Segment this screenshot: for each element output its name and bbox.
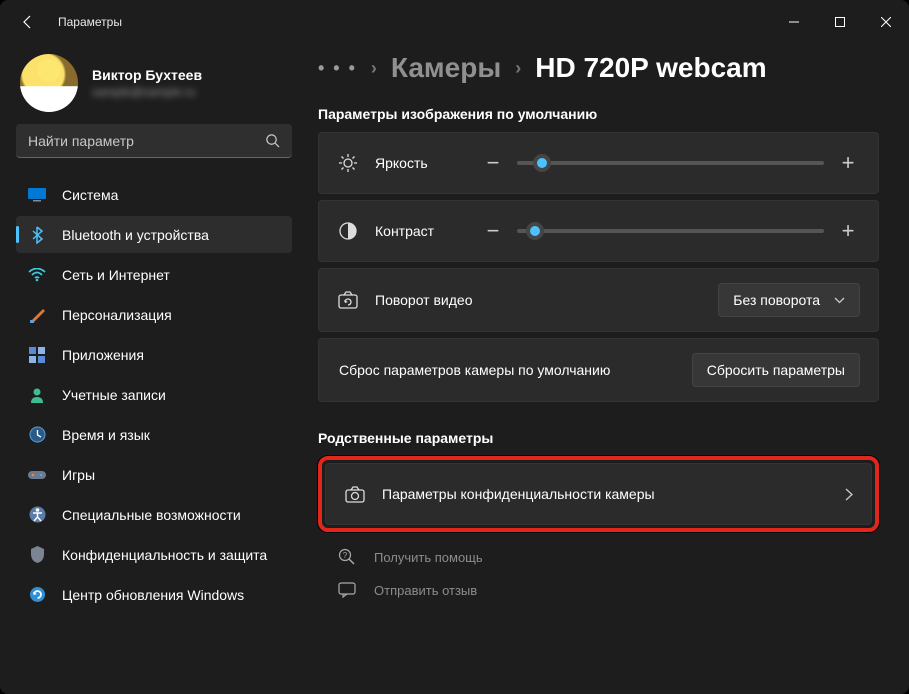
contrast-slider[interactable] (517, 229, 824, 233)
sidebar-item-label: Bluetooth и устройства (62, 227, 209, 243)
feedback-link[interactable]: Отправить отзыв (318, 574, 879, 606)
clock-globe-icon (28, 426, 46, 444)
sidebar-item-accounts[interactable]: Учетные записи (16, 376, 292, 413)
bluetooth-icon (28, 226, 46, 244)
sidebar-item-label: Конфиденциальность и защита (62, 547, 267, 563)
sidebar-item-network[interactable]: Сеть и Интернет (16, 256, 292, 293)
get-help-link[interactable]: ? Получить помощь (318, 540, 879, 574)
sidebar-item-label: Сеть и Интернет (62, 267, 170, 283)
contrast-increase[interactable]: + (836, 218, 860, 244)
avatar (20, 54, 78, 112)
brightness-card: Яркость − + (318, 132, 879, 194)
sidebar-item-bluetooth[interactable]: Bluetooth и устройства (16, 216, 292, 253)
shield-icon (28, 546, 46, 564)
profile-email: sample@sample.ru (92, 85, 202, 99)
back-button[interactable] (16, 10, 40, 34)
rotation-select[interactable]: Без поворота (718, 283, 860, 317)
sidebar-item-system[interactable]: Система (16, 176, 292, 213)
chevron-right-icon: › (515, 58, 521, 79)
sidebar-item-label: Учетные записи (62, 387, 166, 403)
sidebar: Виктор Бухтеев sample@sample.ru Система … (0, 44, 300, 694)
sidebar-item-label: Центр обновления Windows (62, 587, 244, 603)
camera-rotate-icon (337, 291, 359, 309)
contrast-label: Контраст (375, 223, 465, 239)
sidebar-item-windows-update[interactable]: Центр обновления Windows (16, 576, 292, 613)
breadcrumb-parent[interactable]: Камеры (391, 52, 501, 84)
minimize-button[interactable] (771, 0, 817, 44)
titlebar: Параметры (0, 0, 909, 44)
profile-name: Виктор Бухтеев (92, 67, 202, 83)
sidebar-item-personalization[interactable]: Персонализация (16, 296, 292, 333)
breadcrumb-current: HD 720P webcam (535, 52, 766, 84)
brightness-slider[interactable] (517, 161, 824, 165)
sidebar-item-label: Приложения (62, 347, 144, 363)
sidebar-item-time-language[interactable]: Время и язык (16, 416, 292, 453)
chevron-right-icon: › (371, 58, 377, 79)
sidebar-item-label: Специальные возможности (62, 507, 241, 523)
sidebar-item-apps[interactable]: Приложения (16, 336, 292, 373)
chevron-right-icon (845, 488, 853, 501)
accessibility-icon (28, 506, 46, 524)
gaming-icon (28, 466, 46, 484)
breadcrumb-more[interactable]: • • • (318, 58, 357, 79)
reset-card: Сброс параметров камеры по умолчанию Сбр… (318, 338, 879, 402)
reset-label: Сброс параметров камеры по умолчанию (337, 362, 676, 378)
window-title: Параметры (58, 15, 122, 29)
nav-list: Система Bluetooth и устройства Сеть и Ин… (16, 176, 292, 613)
search-icon (265, 133, 280, 148)
rotation-card: Поворот видео Без поворота (318, 268, 879, 332)
search-input[interactable] (28, 133, 265, 149)
camera-privacy-label: Параметры конфиденциальности камеры (382, 486, 829, 502)
brightness-decrease[interactable]: − (481, 150, 505, 176)
camera-privacy-card[interactable]: Параметры конфиденциальности камеры (325, 463, 872, 525)
help-icon: ? (336, 548, 358, 566)
main-content: • • • › Камеры › HD 720P webcam Параметр… (300, 44, 909, 694)
wifi-icon (28, 266, 46, 284)
brightness-label: Яркость (375, 155, 465, 171)
update-icon (28, 586, 46, 604)
chevron-down-icon (834, 297, 845, 304)
search-box[interactable] (16, 124, 292, 158)
section-title-defaults: Параметры изображения по умолчанию (318, 106, 879, 122)
brush-icon (28, 306, 46, 324)
sidebar-item-accessibility[interactable]: Специальные возможности (16, 496, 292, 533)
sidebar-item-label: Система (62, 187, 118, 203)
brightness-icon (337, 153, 359, 173)
reset-button[interactable]: Сбросить параметры (692, 353, 860, 387)
feedback-label: Отправить отзыв (374, 583, 477, 598)
apps-icon (28, 346, 46, 364)
camera-icon (344, 486, 366, 503)
sidebar-item-label: Время и язык (62, 427, 150, 443)
sidebar-item-privacy[interactable]: Конфиденциальность и защита (16, 536, 292, 573)
person-icon (28, 386, 46, 404)
rotation-label: Поворот видео (375, 292, 702, 308)
feedback-icon (336, 582, 358, 598)
contrast-card: Контраст − + (318, 200, 879, 262)
contrast-decrease[interactable]: − (481, 218, 505, 244)
close-button[interactable] (863, 0, 909, 44)
sidebar-item-label: Персонализация (62, 307, 172, 323)
sidebar-item-gaming[interactable]: Игры (16, 456, 292, 493)
sidebar-item-label: Игры (62, 467, 95, 483)
profile-block[interactable]: Виктор Бухтеев sample@sample.ru (16, 44, 292, 124)
highlighted-annotation: Параметры конфиденциальности камеры (318, 456, 879, 532)
breadcrumb: • • • › Камеры › HD 720P webcam (318, 52, 879, 84)
svg-text:?: ? (343, 551, 348, 560)
get-help-label: Получить помощь (374, 550, 483, 565)
section-title-related: Родственные параметры (318, 430, 879, 446)
maximize-button[interactable] (817, 0, 863, 44)
rotation-selected-value: Без поворота (733, 292, 820, 308)
window-controls (771, 0, 909, 44)
system-icon (28, 186, 46, 204)
brightness-increase[interactable]: + (836, 150, 860, 176)
contrast-icon (337, 222, 359, 240)
settings-window: Параметры Виктор Бухтеев sample@sample.r… (0, 0, 909, 694)
